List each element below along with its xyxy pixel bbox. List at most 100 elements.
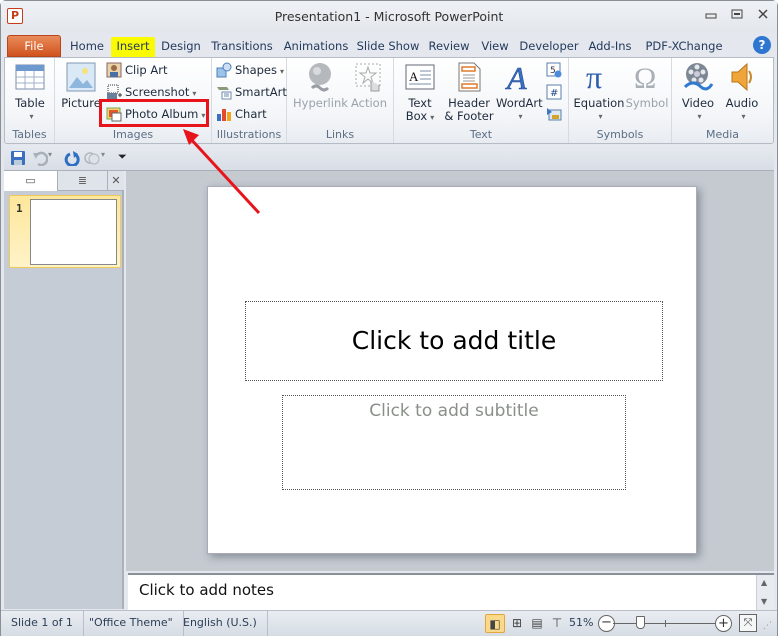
tab-design[interactable]: Design [159,37,203,57]
notes-scrollbar[interactable]: ▲ ▼ [756,575,774,610]
customize-toolbar-icon[interactable]: ⏷ [118,150,134,166]
group-label-symbols: Symbols [596,128,644,141]
subtitle-placeholder[interactable]: Click to add subtitle [282,395,626,490]
format-painter-icon[interactable] [84,150,100,166]
slide-sorter-view-icon[interactable]: ⊞ [507,614,527,633]
action-icon [353,61,385,93]
clip-art-button[interactable]: Clip Art [106,60,167,80]
picture-button[interactable]: Picture [61,61,101,110]
hyperlink-icon [304,61,336,93]
tab-home[interactable]: Home [67,37,107,57]
slides-tab-icon: ▭ [25,174,36,187]
status-slide-count: Slide 1 of 1 [1,611,84,636]
notes-pane[interactable]: Click to add notes ▲ ▼ [128,573,774,610]
tab-add-ins[interactable]: Add-Ins [586,37,634,57]
table-icon [14,61,46,93]
notes-placeholder[interactable]: Click to add notes [139,581,274,599]
smartart-button[interactable]: SmartArt [216,82,287,102]
save-icon[interactable] [10,150,26,166]
group-label-tables: Tables [12,128,47,141]
clip-art-icon [106,62,122,78]
outline-tab[interactable]: ≣ [58,171,108,191]
svg-text:A: A [409,69,419,84]
equation-button[interactable]: π Equation ▾ [573,59,625,123]
chevron-down-icon: ▾ [29,112,34,121]
window-title: Presentation1 - Microsoft PowerPoint [274,9,504,24]
ribbon-tabs: File Home Insert Design Transitions Anim… [1,33,777,84]
resize-grip-icon[interactable]: ⋰ [763,621,772,631]
chart-button[interactable]: Chart [216,104,267,124]
photo-album-highlight-annotation [99,99,209,127]
tab-review[interactable]: Review [427,37,471,57]
audio-button[interactable]: Audio ▾ [722,61,762,123]
slides-tab[interactable]: ▭ [4,171,58,191]
wordart-icon: A [503,60,535,97]
action-button[interactable]: Action [349,61,389,110]
status-language[interactable]: English (U.S.) [173,611,268,636]
group-illustrations: Shapes ▾ SmartArt Chart Illustrations [212,58,287,143]
tab-view[interactable]: View [479,37,511,57]
group-text: A Text Box ▾ Header & Footer A WordArt ▾ … [394,58,569,143]
undo-dropdown-icon[interactable]: ▾ [48,150,64,166]
format-dropdown-icon[interactable]: ▾ [101,150,117,166]
close-button[interactable] [753,8,773,24]
redo-icon[interactable] [64,150,80,168]
scroll-up-icon[interactable]: ▲ [761,578,767,587]
group-links: Hyperlink Action Links [287,58,394,143]
group-tables: Table ▾ Tables [5,58,55,143]
fit-to-window-icon[interactable]: ⤧ [739,614,757,632]
undo-icon[interactable] [32,150,49,167]
table-button[interactable]: Table ▾ [9,61,51,123]
reading-view-icon[interactable]: ▤ [527,614,547,633]
status-theme[interactable]: "Office Theme" [79,611,184,636]
chevron-down-icon: ▾ [280,67,285,76]
symbol-icon: Ω [631,61,663,95]
zoom-slider-track[interactable] [613,623,719,624]
tab-animations[interactable]: Animations [283,37,349,57]
group-label-images: Images [112,128,154,141]
hyperlink-button[interactable]: Hyperlink [293,61,348,110]
group-symbols: π Equation ▾ Ω Symbol Symbols [569,58,672,143]
restore-button[interactable] [727,8,747,24]
tab-pdf-xchange[interactable]: PDF-XChange 4 [641,37,727,71]
slide-show-view-icon[interactable]: ⊤ [547,614,567,633]
minimize-button[interactable] [701,8,721,24]
date-time-button[interactable]: 5 [546,60,565,80]
tab-transitions[interactable]: Transitions [209,37,275,57]
slide-number-button[interactable]: # [546,82,565,102]
close-pane-button[interactable]: ✕ [108,171,124,191]
normal-view-icon[interactable]: ◧ [485,614,505,633]
slide-thumbnail-item[interactable]: 1 [9,195,121,268]
slide-thumbnail-number: 1 [16,202,23,215]
group-label-links: Links [325,128,355,141]
title-bar: P Presentation1 - Microsoft PowerPoint [1,1,777,33]
title-placeholder[interactable]: Click to add title [245,301,663,381]
group-label-text: Text [469,128,493,141]
text-box-button[interactable]: A Text Box ▾ [400,61,440,124]
header-footer-button[interactable]: Header & Footer [444,61,494,123]
shapes-icon [216,62,232,78]
picture-icon [65,61,97,93]
chevron-down-icon: ▾ [741,112,746,121]
symbol-button[interactable]: Ω Symbol [625,61,669,110]
chevron-down-icon: ▾ [697,112,702,121]
slide-thumbnail[interactable] [30,199,117,265]
zoom-level[interactable]: 51% [569,616,593,629]
chevron-down-icon: ▾ [518,112,523,121]
tab-file[interactable]: File [7,35,61,57]
screenshot-icon [106,84,122,100]
tab-slide-show[interactable]: Slide Show [356,37,420,57]
video-button[interactable]: Video ▾ [678,61,718,123]
tab-insert[interactable]: Insert [111,37,155,57]
shapes-button[interactable]: Shapes ▾ [216,60,284,80]
zoom-slider-thumb[interactable] [636,616,645,629]
zoom-in-button[interactable]: + [715,615,732,632]
tab-developer[interactable]: Developer [519,37,579,57]
wordart-button[interactable]: A WordArt ▾ [496,60,543,123]
scroll-down-icon[interactable]: ▼ [761,597,767,606]
help-icon[interactable]: ? [753,36,771,54]
slides-pane: ▭ ≣ ✕ 1 [4,171,124,609]
svg-text:#: # [550,88,558,99]
object-button[interactable] [546,104,565,124]
slide-canvas[interactable]: Click to add title Click to add subtitle [207,186,697,554]
